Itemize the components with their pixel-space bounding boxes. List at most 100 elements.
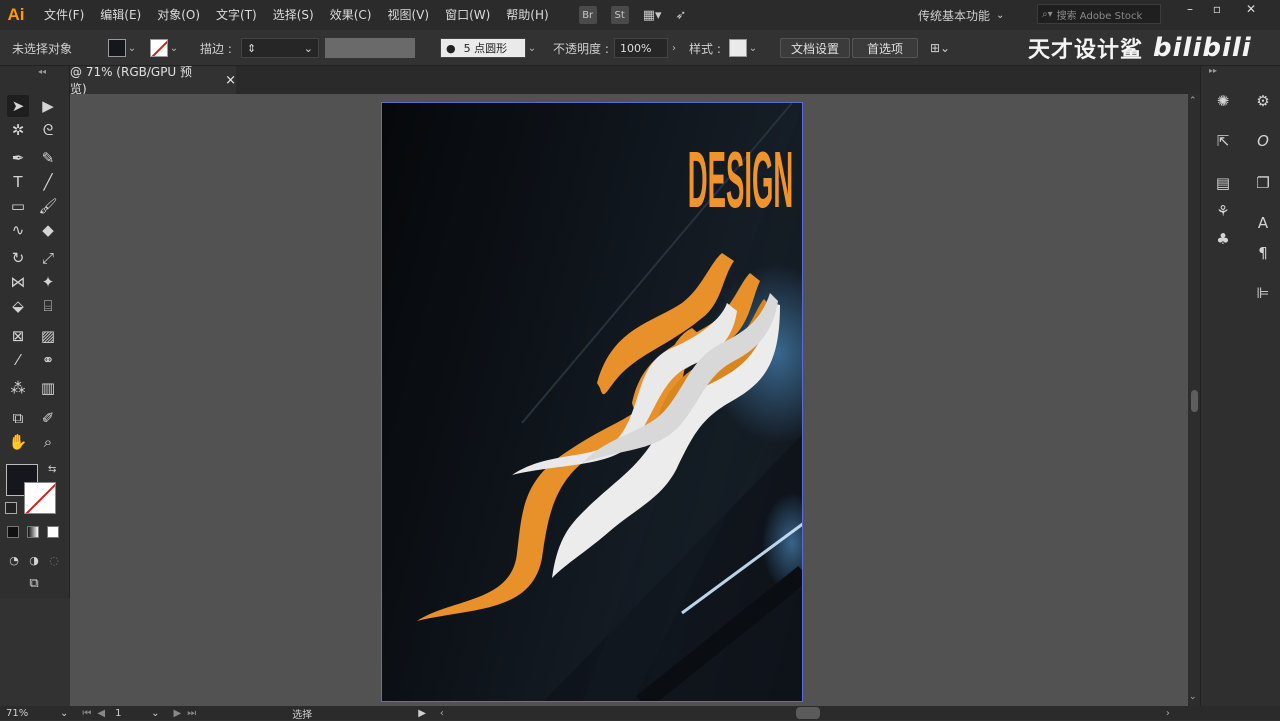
chevron-down-icon[interactable]: ⌄ <box>126 43 138 54</box>
gradient-tool-icon[interactable]: ▨ <box>37 325 59 347</box>
menu-item-help[interactable]: 帮助(H) <box>498 0 556 30</box>
menu-item-file[interactable]: 文件(F) <box>36 0 92 30</box>
document-tab[interactable]: @ 71% (RGB/GPU 预览) × <box>70 65 236 96</box>
opentype-panel-icon[interactable]: O <box>1252 130 1274 152</box>
scale-tool-icon[interactable]: ⤢ <box>37 247 59 269</box>
opacity-field[interactable]: 100% <box>614 38 668 58</box>
paragraph-panel-icon[interactable]: ¶ <box>1252 242 1274 264</box>
shaper-tool-icon[interactable]: ∿ <box>7 219 29 241</box>
layers-panel-icon[interactable]: ❐ <box>1252 172 1274 194</box>
eyedropper-tool-icon[interactable]: ⁄ <box>7 349 29 371</box>
puppet-warp-tool-icon[interactable]: ✦ <box>37 271 59 293</box>
first-page-icon[interactable]: ⏮ <box>82 708 91 719</box>
chevron-down-icon[interactable]: ⌄ <box>747 43 759 54</box>
perspective-grid-tool-icon[interactable]: ⌸ <box>37 295 59 317</box>
workspace-switcher[interactable]: 传统基本功能 ⌄ <box>918 4 1004 26</box>
symbol-sprayer-tool-icon[interactable]: ⁂ <box>7 377 29 399</box>
gradient-mode-icon[interactable] <box>27 526 39 538</box>
previous-page-icon[interactable]: ◀ <box>97 708 105 719</box>
align-panel-icon[interactable]: ⊫ <box>1252 282 1274 304</box>
menu-item-edit[interactable]: 编辑(E) <box>92 0 149 30</box>
chevron-down-icon[interactable]: ⌄ <box>60 708 68 719</box>
vertical-scrollbar[interactable]: ⌃ ⌄ <box>1188 94 1200 706</box>
next-page-icon[interactable]: ▶ <box>173 708 181 719</box>
chevron-down-icon[interactable]: ⌄ <box>526 43 538 54</box>
gpu-performance-icon[interactable]: ➶ <box>676 8 687 23</box>
document-setup-button[interactable]: 文档设置 <box>780 38 851 58</box>
chevron-right-icon[interactable]: › <box>668 43 680 54</box>
arrange-documents-icon[interactable]: ▦▾ <box>643 8 662 23</box>
menu-item-select[interactable]: 选择(S) <box>265 0 322 30</box>
rectangle-tool-icon[interactable]: ▭ <box>7 195 29 217</box>
canvas-area[interactable]: DESIGN <box>70 94 1188 706</box>
minimize-icon[interactable]: – <box>1175 0 1205 18</box>
scroll-down-icon[interactable]: ⌄ <box>1189 692 1197 702</box>
pen-tool-icon[interactable]: ✒ <box>7 147 29 169</box>
draw-behind-icon[interactable]: ◑ <box>23 549 45 571</box>
menu-item-view[interactable]: 视图(V) <box>379 0 437 30</box>
bridge-icon[interactable]: Br <box>578 6 597 24</box>
menu-item-effect[interactable]: 效果(C) <box>322 0 380 30</box>
rotate-tool-icon[interactable]: ↻ <box>7 247 29 269</box>
eraser-tool-icon[interactable]: ◆ <box>37 219 59 241</box>
draw-inside-icon[interactable]: ◌ <box>43 549 65 571</box>
default-fill-stroke-icon[interactable] <box>5 502 17 514</box>
stroke-swatch[interactable] <box>150 39 168 57</box>
color-panel-icon[interactable]: ✺ <box>1212 90 1234 112</box>
hand-tool-icon[interactable]: ✋ <box>7 431 29 453</box>
magic-wand-tool-icon[interactable]: ✲ <box>7 119 29 141</box>
blend-tool-icon[interactable]: ⚭ <box>37 349 59 371</box>
fill-swatch[interactable] <box>108 39 126 57</box>
color-mode-icon[interactable] <box>7 526 19 538</box>
menu-item-window[interactable]: 窗口(W) <box>437 0 498 30</box>
paintbrush-tool-icon[interactable]: 🖌 <box>37 195 59 217</box>
variable-width-profile[interactable] <box>325 38 415 58</box>
zoom-level[interactable]: 71% <box>6 708 46 719</box>
panel-collapse-icon[interactable]: ▸▸ <box>1209 66 1217 75</box>
column-graph-tool-icon[interactable]: ▥ <box>37 377 59 399</box>
status-menu-icon[interactable]: ▶ <box>418 708 426 719</box>
lasso-tool-icon[interactable]: ᘓ <box>37 119 59 141</box>
menu-item-object[interactable]: 对象(O) <box>149 0 208 30</box>
artboard-tool-icon[interactable]: ⧉ <box>7 407 29 429</box>
close-icon[interactable]: ✕ <box>1236 0 1266 18</box>
direct-selection-tool-icon[interactable]: ▶ <box>37 95 59 117</box>
shape-builder-tool-icon[interactable]: ⬙ <box>7 295 29 317</box>
mesh-tool-icon[interactable]: ⊠ <box>7 325 29 347</box>
brush-definition[interactable]: ● 5 点圆形 <box>440 38 526 58</box>
stroke-color-box[interactable] <box>24 482 56 514</box>
export-panel-icon[interactable]: ⇱ <box>1212 130 1234 152</box>
scroll-up-icon[interactable]: ⌃ <box>1189 96 1197 106</box>
selection-tool-icon[interactable]: ➤ <box>7 95 29 117</box>
artboard[interactable]: DESIGN <box>381 102 803 702</box>
character-panel-icon[interactable]: A <box>1252 212 1274 234</box>
type-tool-icon[interactable]: T <box>7 171 29 193</box>
screen-mode-icon[interactable]: ⧉ <box>23 572 45 594</box>
maximize-icon[interactable]: ▫ <box>1202 0 1232 18</box>
draw-normal-icon[interactable]: ◔ <box>3 549 25 571</box>
chevron-down-icon[interactable]: ⌄ <box>168 43 180 54</box>
scroll-left-icon[interactable]: ‹ <box>440 708 444 719</box>
preferences-button[interactable]: 首选项 <box>852 38 919 58</box>
none-mode-icon[interactable] <box>47 526 59 538</box>
stock-icon[interactable]: St <box>610 6 629 24</box>
stock-search-input[interactable]: ⌕▾ 搜索 Adobe Stock <box>1037 4 1161 24</box>
symbols-panel-icon[interactable]: ⚘ <box>1212 200 1234 222</box>
line-tool-icon[interactable]: ╱ <box>37 171 59 193</box>
curvature-tool-icon[interactable]: ✎ <box>37 147 59 169</box>
panel-collapse-icon[interactable]: ◂◂ <box>0 66 69 78</box>
brushes-panel-icon[interactable]: ▤ <box>1212 172 1234 194</box>
close-tab-icon[interactable]: × <box>225 73 236 88</box>
vertical-scroll-thumb[interactable] <box>1191 390 1198 412</box>
graphic-styles-panel-icon[interactable]: ♣ <box>1212 228 1234 250</box>
width-tool-icon[interactable]: ⋈ <box>7 271 29 293</box>
swap-fill-stroke-icon[interactable]: ⇆ <box>48 464 60 476</box>
menu-item-type[interactable]: 文字(T) <box>208 0 265 30</box>
page-number[interactable]: 1 <box>115 708 151 719</box>
arrange-icon[interactable]: ⊞⌄ <box>930 38 950 58</box>
scroll-right-icon[interactable]: › <box>1166 708 1170 719</box>
stroke-weight-field[interactable]: ⇕ ⌄ <box>241 38 319 58</box>
chevron-down-icon[interactable]: ⌄ <box>151 708 159 719</box>
zoom-tool-icon[interactable]: ⌕ <box>37 431 59 453</box>
swatches-panel-icon[interactable]: ⚙ <box>1252 90 1274 112</box>
